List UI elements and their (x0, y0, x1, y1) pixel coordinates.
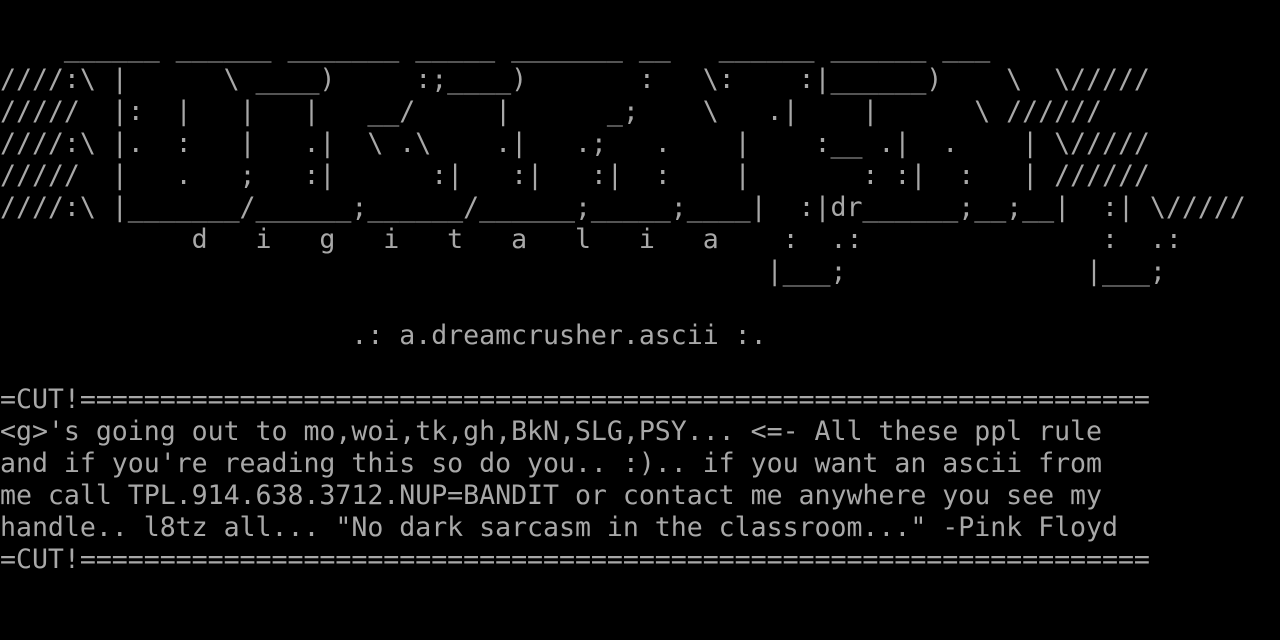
ascii-logo-line-4: ////:\ |. : | .| \ .\ .| .; . | :__ .| .… (0, 128, 1150, 159)
ascii-credit-line: .: a.dreamcrusher.ascii :. (0, 320, 767, 351)
ascii-logo-line-6: ////:\ |_______/______;______/______;___… (0, 192, 1246, 223)
ascii-logo-line-5: ///// | . ; :| :| :| :| : | : :| : | ///… (0, 160, 1150, 191)
message-line-3: me call TPL.914.638.3712.NUP=BANDIT or c… (0, 480, 1102, 511)
ascii-logo-line-3: ///// |: | | | __/ | _; \ .| | \ ////// (0, 96, 1102, 127)
ascii-logo-line-8: |___; |___; (0, 256, 1166, 287)
ascii-logo-line-2: ////:\ | \ ____) :;____) : \: :|______) … (0, 64, 1150, 95)
terminal-screen: ______ ______ _______ _____ _______ __ _… (0, 0, 1280, 640)
message-line-4: handle.. l8tz all... "No dark sarcasm in… (0, 512, 1118, 543)
ascii-logo-line-1: ______ ______ _______ _____ _______ __ _… (0, 32, 991, 63)
message-line-2: and if you're reading this so do you.. :… (0, 448, 1102, 479)
ascii-logo-tagline: d i g i t a l i a : .: : .: (0, 224, 1182, 255)
message-line-1: <g>'s going out to mo,woi,tk,gh,BkN,SLG,… (0, 416, 1102, 447)
cut-divider-top: =CUT!===================================… (0, 384, 1150, 415)
cut-divider-bottom: =CUT!===================================… (0, 544, 1150, 575)
